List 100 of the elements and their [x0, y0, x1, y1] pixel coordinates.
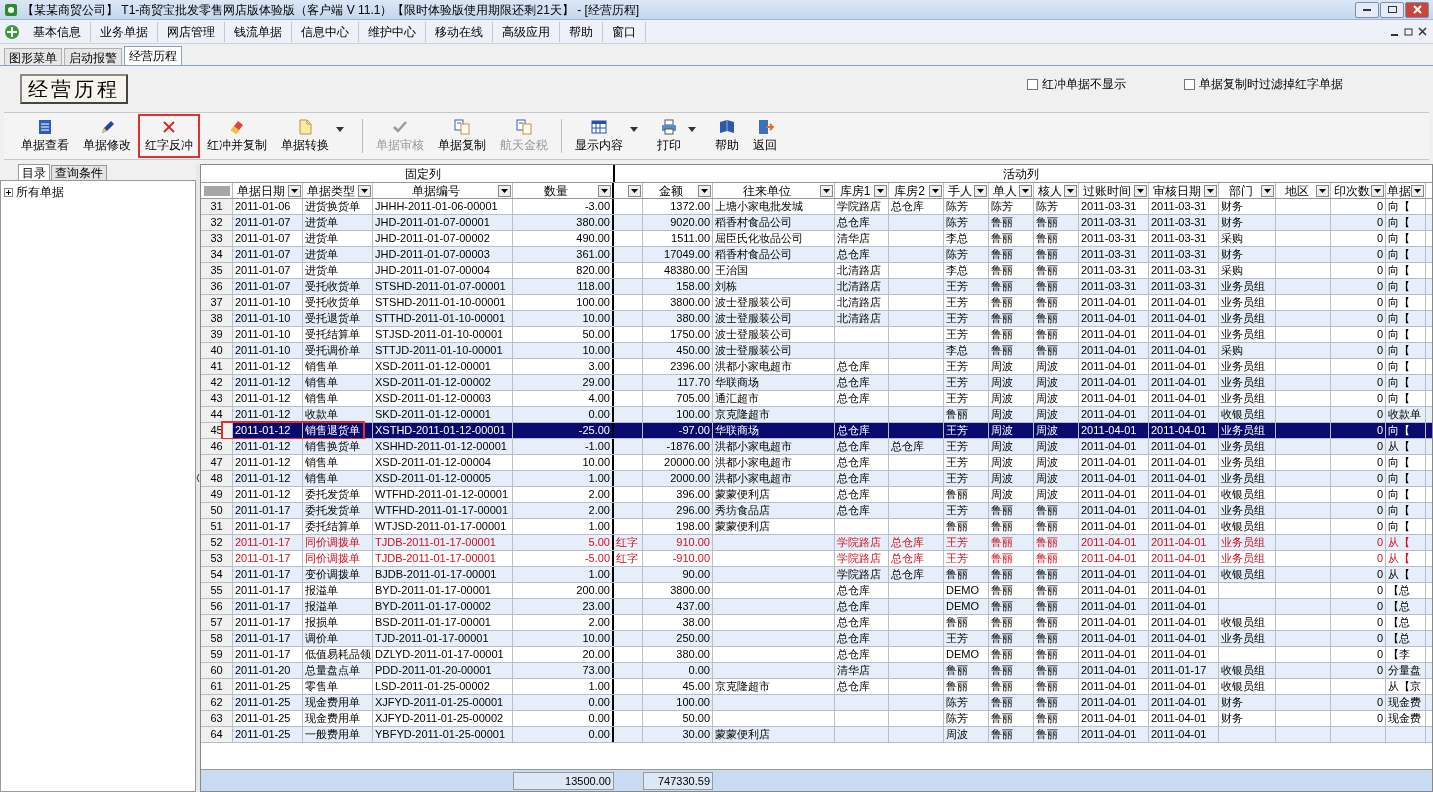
column-header[interactable]: 过账时间: [1080, 183, 1134, 198]
filter-button[interactable]: [628, 184, 641, 197]
menu-item[interactable]: 高级应用: [493, 21, 560, 42]
column-header[interactable]: 地区: [1277, 183, 1316, 198]
menu-item[interactable]: 帮助: [560, 21, 603, 42]
table-row[interactable]: 35 2011-01-07 进货单 JHD-2011-01-07-00004 820.00 48380.00 王治国 北清路店 李总 鲁丽 鲁丽 2011-03-31 2011-03-31 采购 0 向【: [201, 263, 1432, 279]
table-row[interactable]: 61 2011-01-25 零售单 LSD-2011-01-25-00002 1.00 45.00 京克隆超市 总仓库 鲁丽 鲁丽 鲁丽 2011-04-01 2011-04-01 收银员组 从【京: [201, 679, 1432, 695]
table-row[interactable]: 41 2011-01-12 销售单 XSD-2011-01-12-00001 3.00 2396.00 洪都小家电超市 总仓库 王芳 周波 周波 2011-04-01 2011-04-01 业务员组 0 向【: [201, 359, 1432, 375]
minimize-button[interactable]: [1355, 1, 1379, 18]
table-row[interactable]: 53 2011-01-17 同价调拨单 TJDB-2011-01-17-00001 -5.00 红字 -910.00 学院路店 总仓库 王芳 鲁丽 鲁丽 2011-04-01 2011-04-01 业务员组 0 从【: [201, 551, 1432, 567]
table-row[interactable]: 44 2011-01-12 收款单 SKD-2011-01-12-00001 0.00 100.00 京克隆超市 鲁丽 周波 周波 2011-04-01 2011-04-01 收银员组 0 收款单: [201, 407, 1432, 423]
column-header[interactable]: 往来单位: [714, 183, 820, 198]
column-header[interactable]: 库房2: [890, 183, 929, 198]
table-row[interactable]: 50 2011-01-17 委托发货单 WTFHD-2011-01-17-00001 2.00 296.00 秀坊食品店 总仓库 王芳 鲁丽 鲁丽 2011-04-01 2011-04-01 业务员组 0 向【: [201, 503, 1432, 519]
column-header[interactable]: 金额: [644, 183, 698, 198]
table-row[interactable]: 33 2011-01-07 进货单 JHD-2011-01-07-00002 490.00 1511.00 屈臣氏化妆品公司 清华店 李总 鲁丽 鲁丽 2011-03-31 2011-03-31 采购 0 向【: [201, 231, 1432, 247]
filter-button[interactable]: [498, 184, 511, 197]
filter-button[interactable]: [874, 184, 887, 197]
table-row[interactable]: 58 2011-01-17 调价单 TJD-2011-01-17-00001 10.00 250.00 总仓库 王芳 鲁丽 鲁丽 2011-04-01 2011-04-01 业务员组 0 【总: [201, 631, 1432, 647]
menu-item[interactable]: 移动在线: [426, 21, 493, 42]
filter-button[interactable]: [598, 184, 611, 197]
filter-button[interactable]: [698, 184, 711, 197]
column-header[interactable]: 库房1: [836, 183, 874, 198]
filter-button[interactable]: [1134, 184, 1147, 197]
filter-button[interactable]: [1371, 184, 1384, 197]
toolbar-button[interactable]: 单据转换: [274, 114, 336, 158]
tree-item[interactable]: 所有单据: [16, 183, 64, 201]
column-header[interactable]: 手人: [945, 183, 974, 198]
toolbar-button[interactable]: 单据查看: [14, 114, 76, 158]
table-row[interactable]: 49 2011-01-12 委托发货单 WTFHD-2011-01-12-00001 2.00 396.00 蒙蒙便利店 总仓库 鲁丽 周波 周波 2011-04-01 2011-04-01 收银员组 0 向【: [201, 487, 1432, 503]
table-row[interactable]: 46 2011-01-12 销售换货单 XSHHD-2011-01-12-00001 -1.00 -1876.00 洪都小家电超市 总仓库 总仓库 王芳 周波 周波 2011-04-01 2011-04-01 业务员组 0 从【: [201, 439, 1432, 455]
table-row[interactable]: 48 2011-01-12 销售单 XSD-2011-01-12-00005 1.00 2000.00 洪都小家电超市 总仓库 王芳 周波 周波 2011-04-01 2011-04-01 业务员组 0 向【: [201, 471, 1432, 487]
filter-button[interactable]: [1064, 184, 1077, 197]
close-button[interactable]: [1405, 1, 1429, 18]
tab[interactable]: 启动报警: [64, 48, 122, 65]
table-row[interactable]: 55 2011-01-17 报溢单 BYD-2011-01-17-00001 200.00 3800.00 总仓库 DEMO 鲁丽 鲁丽 2011-04-01 2011-04-01 0 【总: [201, 583, 1432, 599]
filter-button[interactable]: [1316, 184, 1329, 197]
table-row[interactable]: 37 2011-01-10 受托收货单 STSHD-2011-01-10-00001 100.00 3800.00 波士登服装公司 北清路店 王芳 鲁丽 鲁丽 2011-04-01 2011-04-01 业务员组 0 向【: [201, 295, 1432, 311]
column-header[interactable]: 单人: [990, 183, 1019, 198]
filter-button[interactable]: [974, 184, 987, 197]
option-checkbox[interactable]: 单据复制时过滤掉红字单据: [1184, 75, 1343, 93]
column-header[interactable]: 单据: [1387, 183, 1411, 198]
column-header[interactable]: 数量: [514, 183, 598, 198]
panel-tab[interactable]: 查询条件: [51, 165, 107, 180]
column-header[interactable]: 印次数: [1332, 183, 1371, 198]
table-row[interactable]: 64 2011-01-25 一般费用单 YBFYD-2011-01-25-00001 0.00 30.00 蒙蒙便利店 周波 鲁丽 鲁丽 2011-04-01 2011-04-01: [201, 727, 1432, 743]
tab[interactable]: 图形菜单: [4, 48, 62, 65]
column-header[interactable]: 审核日期: [1150, 183, 1204, 198]
filter-button[interactable]: [1204, 184, 1217, 197]
table-row[interactable]: 38 2011-01-10 受托退货单 STTHD-2011-01-10-00001 10.00 380.00 波士登服装公司 北清路店 王芳 鲁丽 鲁丽 2011-04-01 2011-04-01 业务员组 0 向【: [201, 311, 1432, 327]
table-row[interactable]: 43 2011-01-12 销售单 XSD-2011-01-12-00003 4.00 705.00 通汇超市 总仓库 王芳 周波 周波 2011-04-01 2011-04-01 业务员组 0 向【: [201, 391, 1432, 407]
column-header[interactable]: 核人: [1035, 183, 1064, 198]
table-row[interactable]: 60 2011-01-20 总量盘点单 PDD-2011-01-20-00001 73.00 0.00 清华店 鲁丽 鲁丽 鲁丽 2011-04-01 2011-01-17 收银员组 0 分量盘: [201, 663, 1432, 679]
toolbar-button[interactable]: 返回: [746, 114, 784, 158]
menu-item[interactable]: 信息中心: [292, 21, 359, 42]
toolbar-button[interactable]: 单据复制: [431, 114, 493, 158]
table-row[interactable]: 47 2011-01-12 销售单 XSD-2011-01-12-00004 10.00 20000.00 洪都小家电超市 总仓库 王芳 周波 周波 2011-04-01 2011-04-01 业务员组 0 向【: [201, 455, 1432, 471]
table-row[interactable]: 31 2011-01-06 进货换货单 JHHH-2011-01-06-00001 -3.00 1372.00 上塘小家电批发城 学院路店 总仓库 陈芳 陈芳 陈芳 2011-03-31 2011-03-31 财务 0 向【: [201, 199, 1432, 215]
table-row[interactable]: 34 2011-01-07 进货单 JHD-2011-01-07-00003 361.00 17049.00 稻香村食品公司 总仓库 陈芳 鲁丽 鲁丽 2011-03-31 2011-03-31 财务 0 向【: [201, 247, 1432, 263]
table-row[interactable]: 42 2011-01-12 销售单 XSD-2011-01-12-00002 29.00 117.70 华联商场 总仓库 王芳 周波 周波 2011-04-01 2011-04-01 业务员组 0 向【: [201, 375, 1432, 391]
filter-button[interactable]: [1019, 184, 1032, 197]
table-row[interactable]: 54 2011-01-17 变价调拨单 BJDB-2011-01-17-00001 1.00 90.00 学院路店 总仓库 鲁丽 鲁丽 鲁丽 2011-04-01 2011-04-01 收银员组 0 从【: [201, 567, 1432, 583]
menu-item[interactable]: 钱流单据: [225, 21, 292, 42]
table-row[interactable]: 62 2011-01-25 现金费用单 XJFYD-2011-01-25-00001 0.00 100.00 陈芳 鲁丽 鲁丽 2011-04-01 2011-04-01 财务 0 现金费: [201, 695, 1432, 711]
filter-button[interactable]: [358, 184, 371, 197]
menu-item[interactable]: 网店管理: [158, 21, 225, 42]
panel-tab[interactable]: 目录: [18, 164, 50, 180]
filter-button[interactable]: [1261, 184, 1274, 197]
filter-button[interactable]: [929, 184, 942, 197]
table-row[interactable]: 40 2011-01-10 受托调价单 STTJD-2011-01-10-00001 10.00 450.00 波士登服装公司 李总 鲁丽 鲁丽 2011-04-01 2011-04-01 采购 0 向【: [201, 343, 1432, 359]
toolbar-button[interactable]: 帮助: [708, 114, 746, 158]
tab[interactable]: 经营历程: [124, 46, 182, 65]
table-row[interactable]: 51 2011-01-17 委托结算单 WTJSD-2011-01-17-00001 1.00 198.00 蒙蒙便利店 鲁丽 鲁丽 鲁丽 2011-04-01 2011-04-01 收银员组 0 向【: [201, 519, 1432, 535]
toolbar-button[interactable]: 打印: [650, 114, 688, 158]
column-header[interactable]: 单据日期: [234, 183, 288, 198]
filter-button[interactable]: [288, 184, 301, 197]
menu-item[interactable]: 基本信息: [24, 21, 91, 42]
toolbar-button[interactable]: 红冲并复制: [200, 114, 274, 158]
column-header[interactable]: 单据编号: [374, 183, 498, 198]
toolbar-button[interactable]: 单据修改: [76, 114, 138, 158]
menu-item[interactable]: 业务单据: [91, 21, 158, 42]
option-checkbox[interactable]: 红冲单据不显示: [1027, 75, 1126, 93]
table-row[interactable]: 32 2011-01-07 进货单 JHD-2011-01-07-00001 380.00 9020.00 稻香村食品公司 总仓库 陈芳 鲁丽 鲁丽 2011-03-31 2011-03-31 财务 0 向【: [201, 215, 1432, 231]
table-row[interactable]: 36 2011-01-07 受托收货单 STSHD-2011-01-07-00001 118.00 158.00 刘栋 北清路店 王芳 鲁丽 鲁丽 2011-03-31 2011-03-31 业务员组 0 向【: [201, 279, 1432, 295]
column-header[interactable]: 部门: [1220, 183, 1261, 198]
column-header[interactable]: 单据类型: [304, 183, 358, 198]
filter-button[interactable]: [820, 184, 833, 197]
expand-toggle[interactable]: [3, 186, 14, 198]
menu-item[interactable]: 维护中心: [359, 21, 426, 42]
filter-button[interactable]: [1411, 184, 1424, 197]
table-row[interactable]: 59 2011-01-17 低值易耗品领 DZLYD-2011-01-17-00001 20.00 380.00 总仓库 DEMO 鲁丽 鲁丽 2011-04-01 2011-04-01 0 【李: [201, 647, 1432, 663]
restore-button[interactable]: [1380, 1, 1404, 18]
menu-item[interactable]: 窗口: [603, 21, 646, 42]
table-row[interactable]: 63 2011-01-25 现金费用单 XJFYD-2011-01-25-00002 0.00 50.00 陈芳 鲁丽 鲁丽 2011-04-01 2011-04-01 财务 0 现金费: [201, 711, 1432, 727]
toolbar-button[interactable]: 显示内容: [568, 114, 630, 158]
table-row[interactable]: 56 2011-01-17 报溢单 BYD-2011-01-17-00002 23.00 437.00 总仓库 DEMO 鲁丽 鲁丽 2011-04-01 2011-04-01 0 【总: [201, 599, 1432, 615]
table-row[interactable]: 52 2011-01-17 同价调拨单 TJDB-2011-01-17-00001 5.00 红字 910.00 学院路店 总仓库 王芳 鲁丽 鲁丽 2011-04-01 2011-04-01 业务员组 0 从【: [201, 535, 1432, 551]
table-row[interactable]: 57 2011-01-17 报损单 BSD-2011-01-17-00001 2.00 38.00 总仓库 鲁丽 鲁丽 鲁丽 2011-04-01 2011-04-01 收银员组 0 【总: [201, 615, 1432, 631]
toolbar-button[interactable]: 红字反冲: [138, 114, 200, 158]
table-row[interactable]: 39 2011-01-10 受托结算单 STJSD-2011-01-10-00001 50.00 1750.00 波士登服装公司 王芳 鲁丽 鲁丽 2011-04-01 2011-04-01 业务员组 0 向【: [201, 327, 1432, 343]
